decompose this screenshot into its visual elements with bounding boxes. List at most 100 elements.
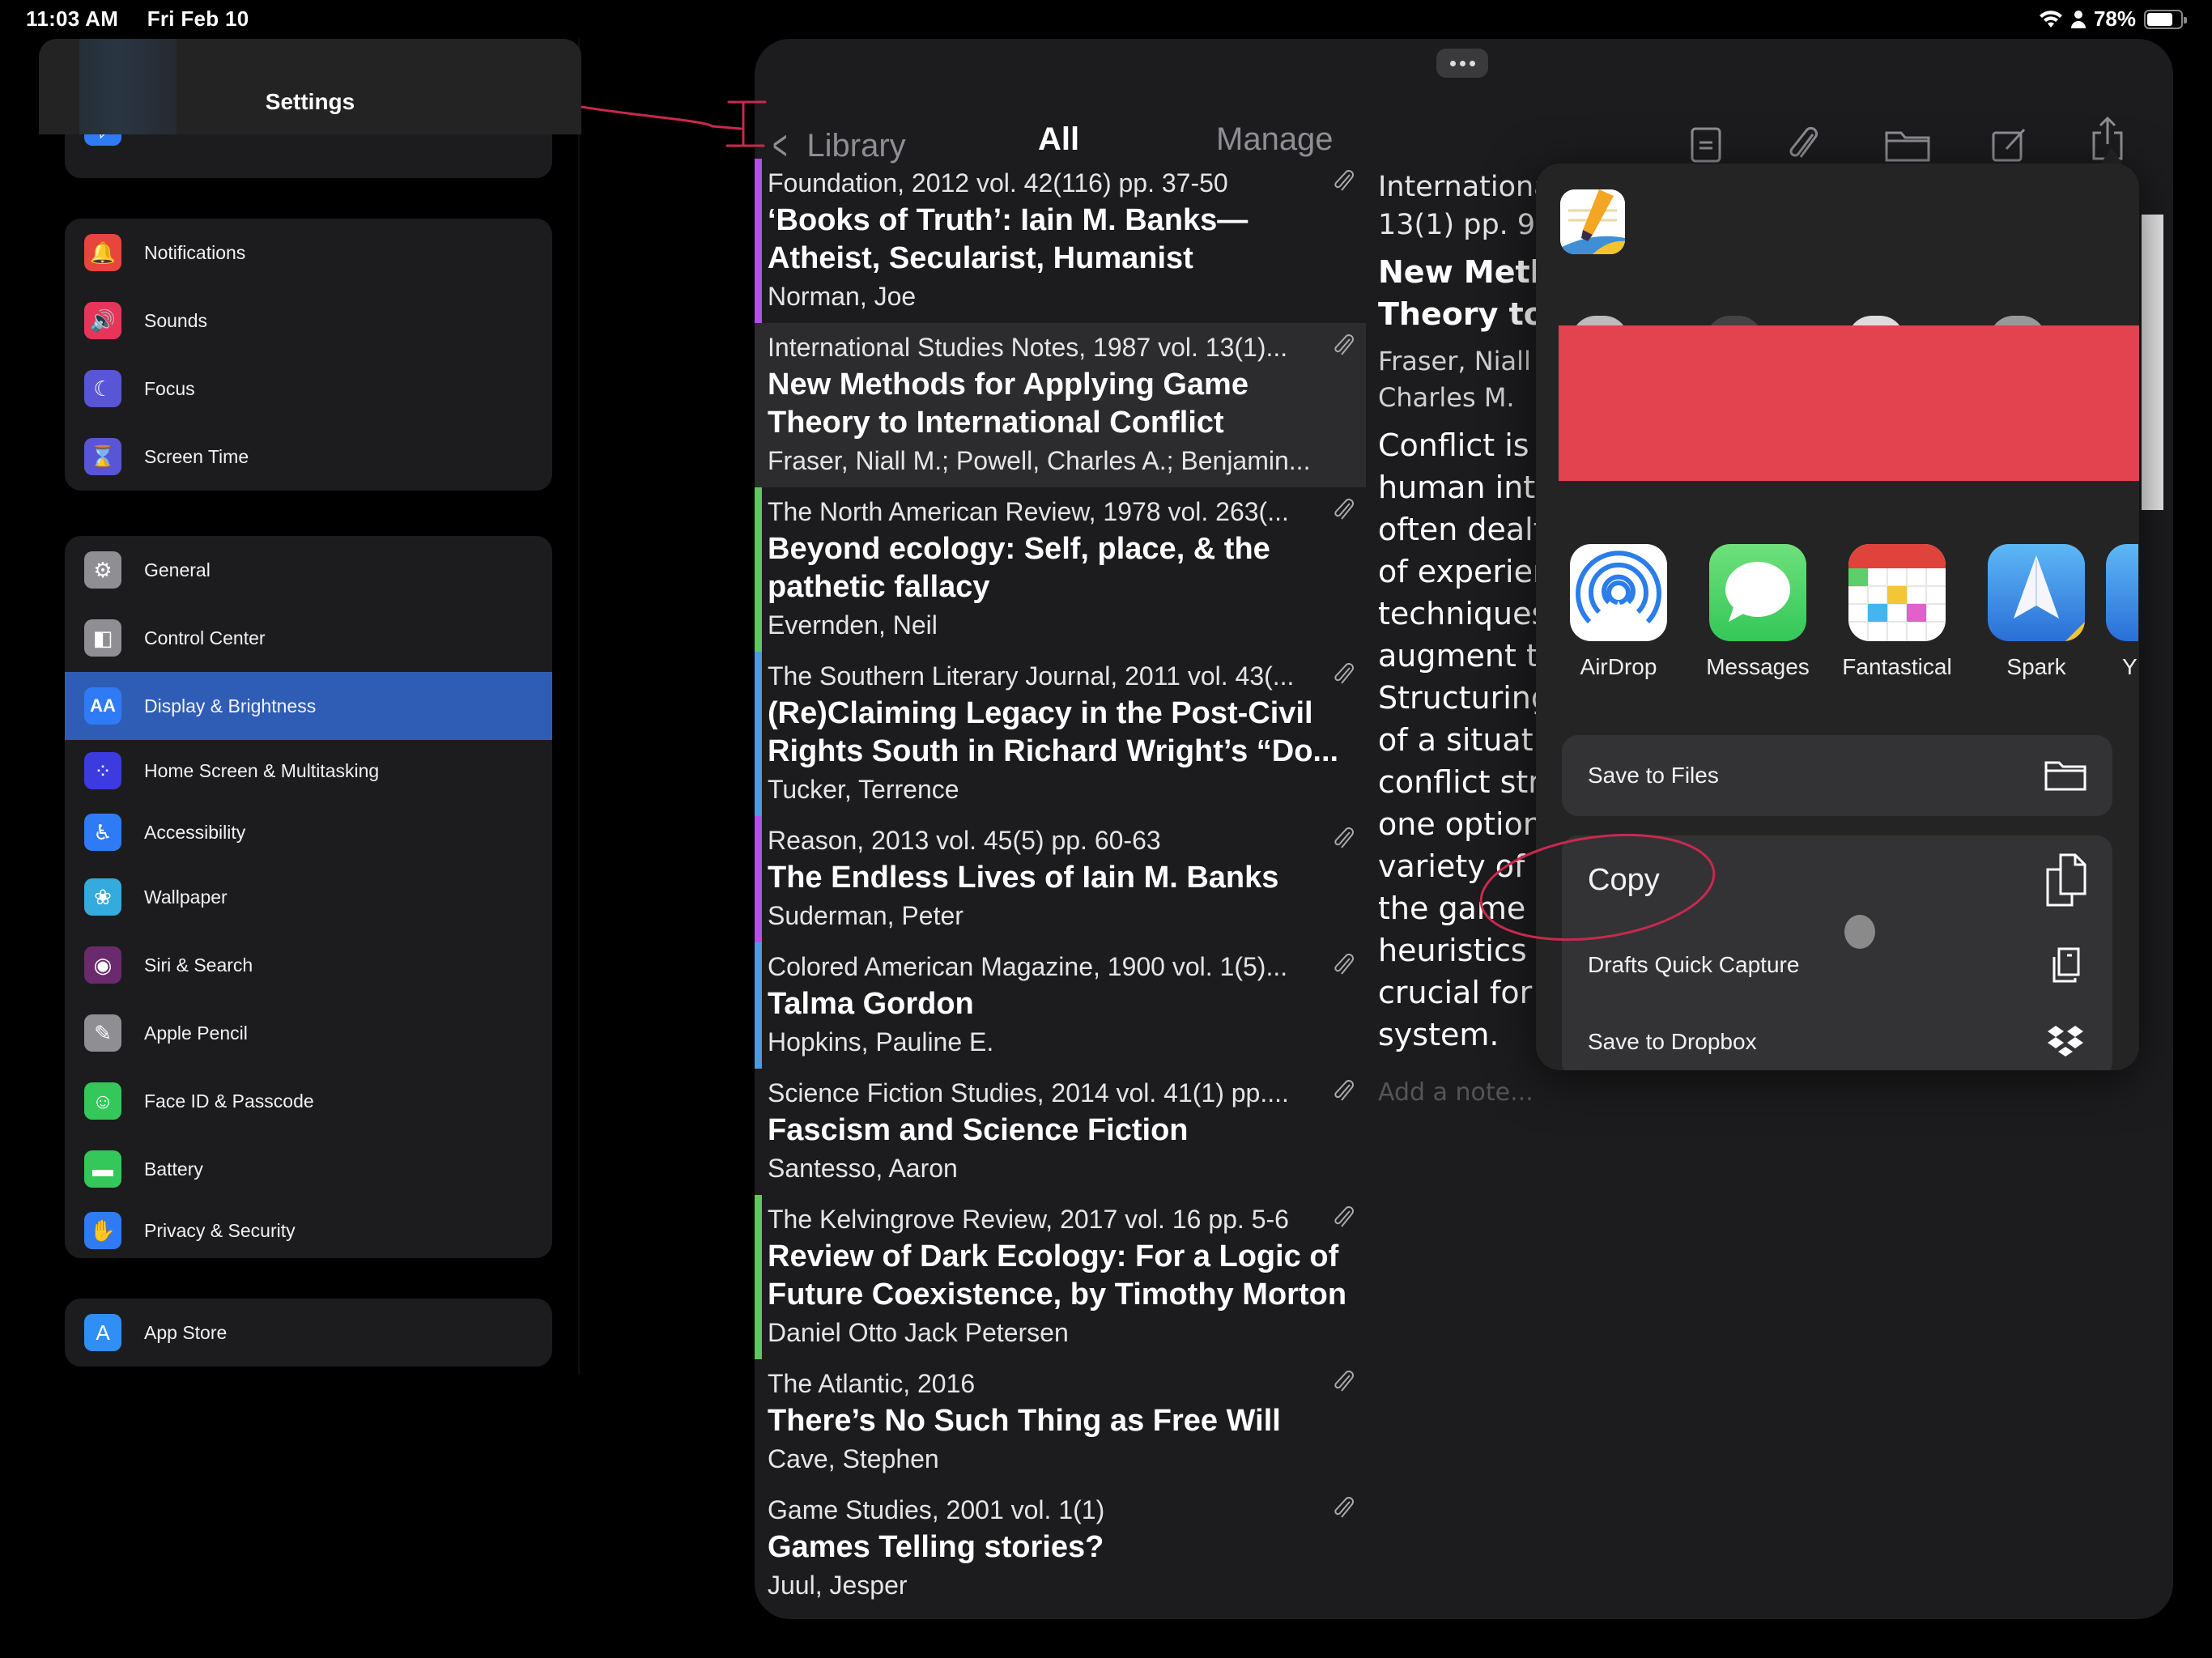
reference-list-item[interactable]: Stanford Law Review, 1991 vol. 43(6) pp.…: [755, 1612, 1366, 1619]
reference-list-item[interactable]: The Kelvingrove Review, 2017 vol. 16 pp.…: [755, 1195, 1366, 1359]
add-note-field[interactable]: Add a note...: [1378, 1078, 1621, 1107]
reference-list: Foundation, 2012 vol. 42(116) pp. 37-50 ‘…: [755, 159, 1366, 1619]
reference-title: New Methods for Applying Game Theory to …: [768, 368, 1249, 440]
reference-list-item[interactable]: Foundation, 2012 vol. 42(116) pp. 37-50 ‘…: [755, 159, 1366, 323]
settings-nav-bar: Settings: [39, 39, 581, 134]
share-app-label: Fantastical: [1842, 654, 1952, 679]
share-app-partial[interactable]: Y: [2106, 544, 2138, 680]
reference-list-item[interactable]: The Atlantic, 2016 There’s No Such Thing …: [755, 1359, 1366, 1486]
settings-item-label: Screen Time: [144, 445, 249, 467]
reference-list-item[interactable]: Game Studies, 2001 vol. 1(1) Games Tellin…: [755, 1486, 1366, 1612]
settings-item-battery[interactable]: ▬ Battery: [65, 1135, 552, 1203]
person-icon: [2070, 10, 2086, 28]
status-bar: 11:03 AM Fri Feb 10 78%: [0, 0, 2212, 39]
battery-icon: [2144, 9, 2187, 29]
reference-author: Fraser, Niall M.; Powell, Charles A.; Be…: [768, 446, 1311, 475]
settings-item-sounds[interactable]: 🔊 Sounds: [65, 287, 552, 355]
settings-group-notifications: 🔔 Notifications 🔊 Sounds ☾ Focus ⌛ Screen Time: [65, 219, 552, 491]
color-tag-bar: [755, 816, 762, 942]
paperclip-icon: [1332, 1371, 1356, 1395]
status-time: 11:03 AM: [26, 6, 119, 31]
reference-list-item[interactable]: Reason, 2013 vol. 45(5) pp. 60-63 The End…: [755, 816, 1366, 942]
share-app-airdrop[interactable]: AirDrop: [1549, 544, 1688, 680]
touch-indicator: [1844, 915, 1875, 949]
share-app-fantastical[interactable]: Fantastical: [1827, 544, 1967, 680]
settings-item-label: Home Screen & Multitasking: [144, 759, 380, 781]
tab-manage[interactable]: Manage: [1216, 121, 1334, 158]
reference-title: Beyond ecology: Self, place, & the pathe…: [768, 532, 1270, 604]
airdrop-icon: [1570, 544, 1667, 641]
status-indicators: 78%: [2039, 6, 2187, 32]
tab-all[interactable]: All: [1038, 121, 1079, 158]
reference-list-item[interactable]: Colored American Magazine, 1900 vol. 1(5…: [755, 942, 1366, 1069]
action-save-to-files[interactable]: Save to Files: [1562, 735, 2112, 816]
split-divider[interactable]: [578, 39, 580, 1375]
folder-icon: [2043, 753, 2088, 798]
paperclip-icon: [1332, 170, 1356, 194]
reference-author: Daniel Otto Jack Petersen: [768, 1318, 1069, 1347]
reference-meta: Foundation, 2012 vol. 42(116) pp. 37-50: [768, 168, 1228, 198]
settings-item-label: App Store: [144, 1321, 228, 1343]
paperclip-icon[interactable]: [1784, 125, 1825, 165]
settings-item-control-center[interactable]: ◧ Control Center: [65, 604, 552, 672]
paperclip-icon: [1332, 954, 1356, 978]
paperclip-icon: [1332, 499, 1356, 523]
settings-item-apple-pencil[interactable]: ✎ Apple Pencil: [65, 999, 552, 1067]
action-save-to-dropbox[interactable]: Save to Dropbox: [1562, 1005, 2112, 1070]
settings-item-accessibility[interactable]: ♿ Accessibility: [65, 801, 552, 863]
compose-icon[interactable]: [1989, 125, 2029, 165]
reference-list-item[interactable]: The North American Review, 1978 vol. 263…: [755, 487, 1366, 652]
reference-title: Fascism and Science Fiction: [768, 1113, 1189, 1147]
share-app-spark[interactable]: Spark: [1967, 544, 2106, 680]
reference-meta: The Kelvingrove Review, 2017 vol. 16 pp.…: [768, 1205, 1289, 1234]
color-tag-bar: [755, 652, 762, 816]
settings-item-label: Notifications: [144, 241, 246, 263]
flower-icon: ❀: [84, 878, 121, 916]
reference-title: (Re)Claiming Legacy in the Post-Civil Ri…: [768, 696, 1339, 768]
settings-item-siri-search[interactable]: ◉ Siri & Search: [65, 931, 552, 999]
share-app-messages[interactable]: Messages: [1688, 544, 1827, 680]
settings-item-face-id-passcode[interactable]: ☺ Face ID & Passcode: [65, 1067, 552, 1135]
reference-list-item[interactable]: Science Fiction Studies, 2014 vol. 41(1)…: [755, 1069, 1366, 1195]
settings-item-app-store[interactable]: A App Store: [65, 1299, 552, 1367]
settings-item-label: Control Center: [144, 627, 266, 648]
partial-app-icon: [2106, 544, 2138, 641]
reference-title: Games Telling stories?: [768, 1530, 1104, 1564]
notes-icon[interactable]: [1686, 125, 1726, 165]
share-actions-group-2: Copy Drafts Quick Capture Save to Dropbo…: [1562, 835, 2112, 1070]
reference-list-item[interactable]: International Studies Notes, 1987 vol. 1…: [755, 323, 1366, 487]
settings-item-label: Privacy & Security: [144, 1219, 296, 1241]
settings-item-label: Battery: [144, 1158, 203, 1180]
status-date: Fri Feb 10: [147, 6, 249, 31]
color-tag-bar: [755, 159, 762, 323]
settings-item-home-screen-multitasking[interactable]: ⁘ Home Screen & Multitasking: [65, 740, 552, 801]
folder-icon[interactable]: [1883, 125, 1932, 165]
paperclip-icon: [1332, 1206, 1356, 1231]
reference-title: There’s No Such Thing as Free Will: [768, 1404, 1281, 1438]
color-tag-bar: [755, 1195, 762, 1359]
action-drafts-quick-capture[interactable]: Drafts Quick Capture: [1562, 925, 2112, 1005]
action-copy[interactable]: Copy: [1562, 835, 2112, 925]
settings-item-label: Siri & Search: [144, 954, 253, 976]
paperclip-icon: [1332, 334, 1356, 359]
settings-item-label: Sounds: [144, 309, 208, 331]
reference-title: Review of Dark Ecology: For a Logic of F…: [768, 1239, 1347, 1312]
reference-title: The Endless Lives of Iain M. Banks: [768, 861, 1279, 895]
reference-list-item[interactable]: The Southern Literary Journal, 2011 vol.…: [755, 652, 1366, 816]
settings-item-general[interactable]: ⚙ General: [65, 536, 552, 604]
settings-item-privacy-security[interactable]: ✋ Privacy & Security: [65, 1203, 552, 1258]
settings-item-screen-time[interactable]: ⌛ Screen Time: [65, 423, 552, 491]
settings-item-focus[interactable]: ☾ Focus: [65, 355, 552, 423]
reference-author: Norman, Joe: [768, 282, 917, 311]
settings-item-display-brightness[interactable]: AA Display & Brightness: [65, 672, 552, 740]
share-app-label: Spark: [2006, 654, 2066, 679]
settings-item-notifications[interactable]: 🔔 Notifications: [65, 219, 552, 287]
reference-author: Hopkins, Pauline E.: [768, 1027, 994, 1056]
reference-author: Santesso, Aaron: [768, 1154, 958, 1183]
hand-icon: ✋: [84, 1212, 121, 1249]
multitasking-grabber[interactable]: [1436, 49, 1488, 78]
paperclip-icon: [1332, 827, 1356, 852]
app-store-icon: A: [84, 1314, 121, 1351]
settings-item-wallpaper[interactable]: ❀ Wallpaper: [65, 863, 552, 931]
share-app-label: Y: [2122, 654, 2138, 679]
